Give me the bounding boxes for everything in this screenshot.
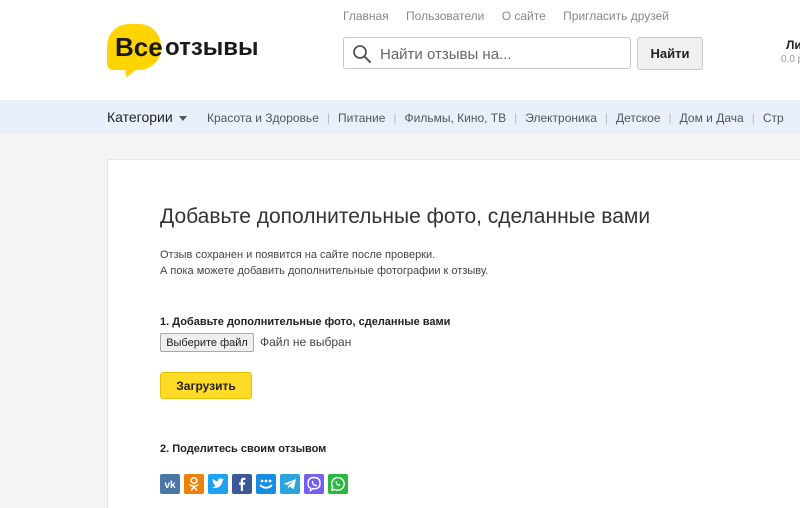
share-vk-button[interactable]: vk xyxy=(160,474,180,494)
category-beauty-health[interactable]: Красота и Здоровье xyxy=(207,111,319,125)
categories-dropdown[interactable]: Категории xyxy=(107,109,187,125)
nav-about-link[interactable]: О сайте xyxy=(502,9,546,23)
account-link[interactable]: Ли xyxy=(786,38,800,52)
odnoklassniki-icon xyxy=(189,476,199,491)
whatsapp-icon xyxy=(330,476,345,492)
upload-button[interactable]: Загрузить xyxy=(160,372,252,399)
facebook-icon xyxy=(239,477,246,491)
vk-icon: vk xyxy=(164,480,176,491)
category-electronics[interactable]: Электроника xyxy=(525,111,597,125)
step2-heading: 2. Поделитесь своим отзывом xyxy=(160,443,327,455)
category-separator: | xyxy=(751,111,755,125)
description-saved: Отзыв сохранен и появится на сайте после… xyxy=(160,249,436,261)
telegram-icon xyxy=(283,479,296,490)
search-icon xyxy=(353,45,371,63)
logo-word-all: Все xyxy=(115,32,163,62)
choose-file-button[interactable]: Выберите файл xyxy=(160,333,254,352)
search-box xyxy=(343,37,631,69)
nav-users-link[interactable]: Пользователи xyxy=(406,9,484,23)
account-balance: 0,0 р xyxy=(781,54,800,65)
search-input[interactable] xyxy=(378,42,627,66)
category-food[interactable]: Питание xyxy=(338,111,385,125)
category-bar: Категории Красота и Здоровье | Питание | Фил… xyxy=(0,100,800,134)
category-home-garden[interactable]: Дом и Дача xyxy=(680,111,744,125)
top-navigation: Главная Пользователи О сайте Пригласить … xyxy=(343,9,683,23)
category-separator: | xyxy=(604,111,609,125)
moimir-icon xyxy=(259,479,273,489)
category-separator: | xyxy=(668,111,672,125)
share-odnoklassniki-button[interactable] xyxy=(184,474,204,494)
share-moimir-button[interactable] xyxy=(256,474,276,494)
description-add-photos: А пока можете добавить дополнительные фо… xyxy=(160,265,489,277)
share-facebook-button[interactable] xyxy=(232,474,252,494)
nav-invite-link[interactable]: Пригласить друзей xyxy=(563,9,669,23)
category-separator: | xyxy=(514,111,518,125)
caret-down-icon xyxy=(178,115,187,121)
search-button[interactable]: Найти xyxy=(637,37,703,70)
site-logo[interactable]: Все отзывы xyxy=(107,24,287,81)
category-construction[interactable]: Стр xyxy=(763,111,784,125)
add-photos-card: Добавьте дополнительные фото, сделанные … xyxy=(107,159,800,508)
site-header: Все отзывы Главная Пользователи О сайте … xyxy=(0,0,800,100)
twitter-icon xyxy=(212,478,224,488)
category-separator: | xyxy=(326,111,330,125)
category-separator: | xyxy=(393,111,397,125)
category-films-tv[interactable]: Фильмы, Кино, ТВ xyxy=(405,111,507,125)
share-telegram-button[interactable] xyxy=(280,474,300,494)
page-title: Добавьте дополнительные фото, сделанные … xyxy=(160,205,651,228)
svg-text:vk: vk xyxy=(164,480,176,491)
share-whatsapp-button[interactable] xyxy=(328,474,348,494)
share-viber-button[interactable] xyxy=(304,474,324,494)
viber-icon xyxy=(307,476,321,493)
categories-label: Категории xyxy=(107,109,173,125)
step1-heading: 1. Добавьте дополнительные фото, сделанн… xyxy=(160,316,451,328)
logo-word-reviews: отзывы xyxy=(165,34,259,61)
category-list: Красота и Здоровье | Питание | Фильмы, Кино,… xyxy=(207,111,784,125)
file-status: Файл не выбран xyxy=(260,335,352,349)
share-twitter-button[interactable] xyxy=(208,474,228,494)
nav-home-link[interactable]: Главная xyxy=(343,9,389,23)
category-kids[interactable]: Детское xyxy=(616,111,661,125)
